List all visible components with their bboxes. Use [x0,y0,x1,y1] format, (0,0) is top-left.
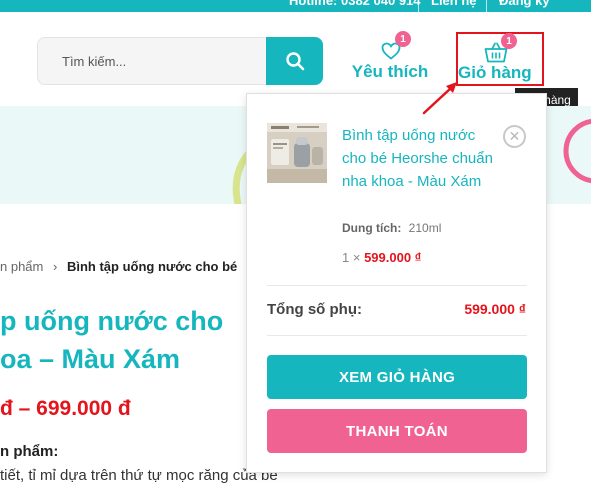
page: Hotline: 0382 040 914 Liên hệ Đăng ký 1 … [0,0,591,499]
annotation-arrow-icon [422,82,457,115]
